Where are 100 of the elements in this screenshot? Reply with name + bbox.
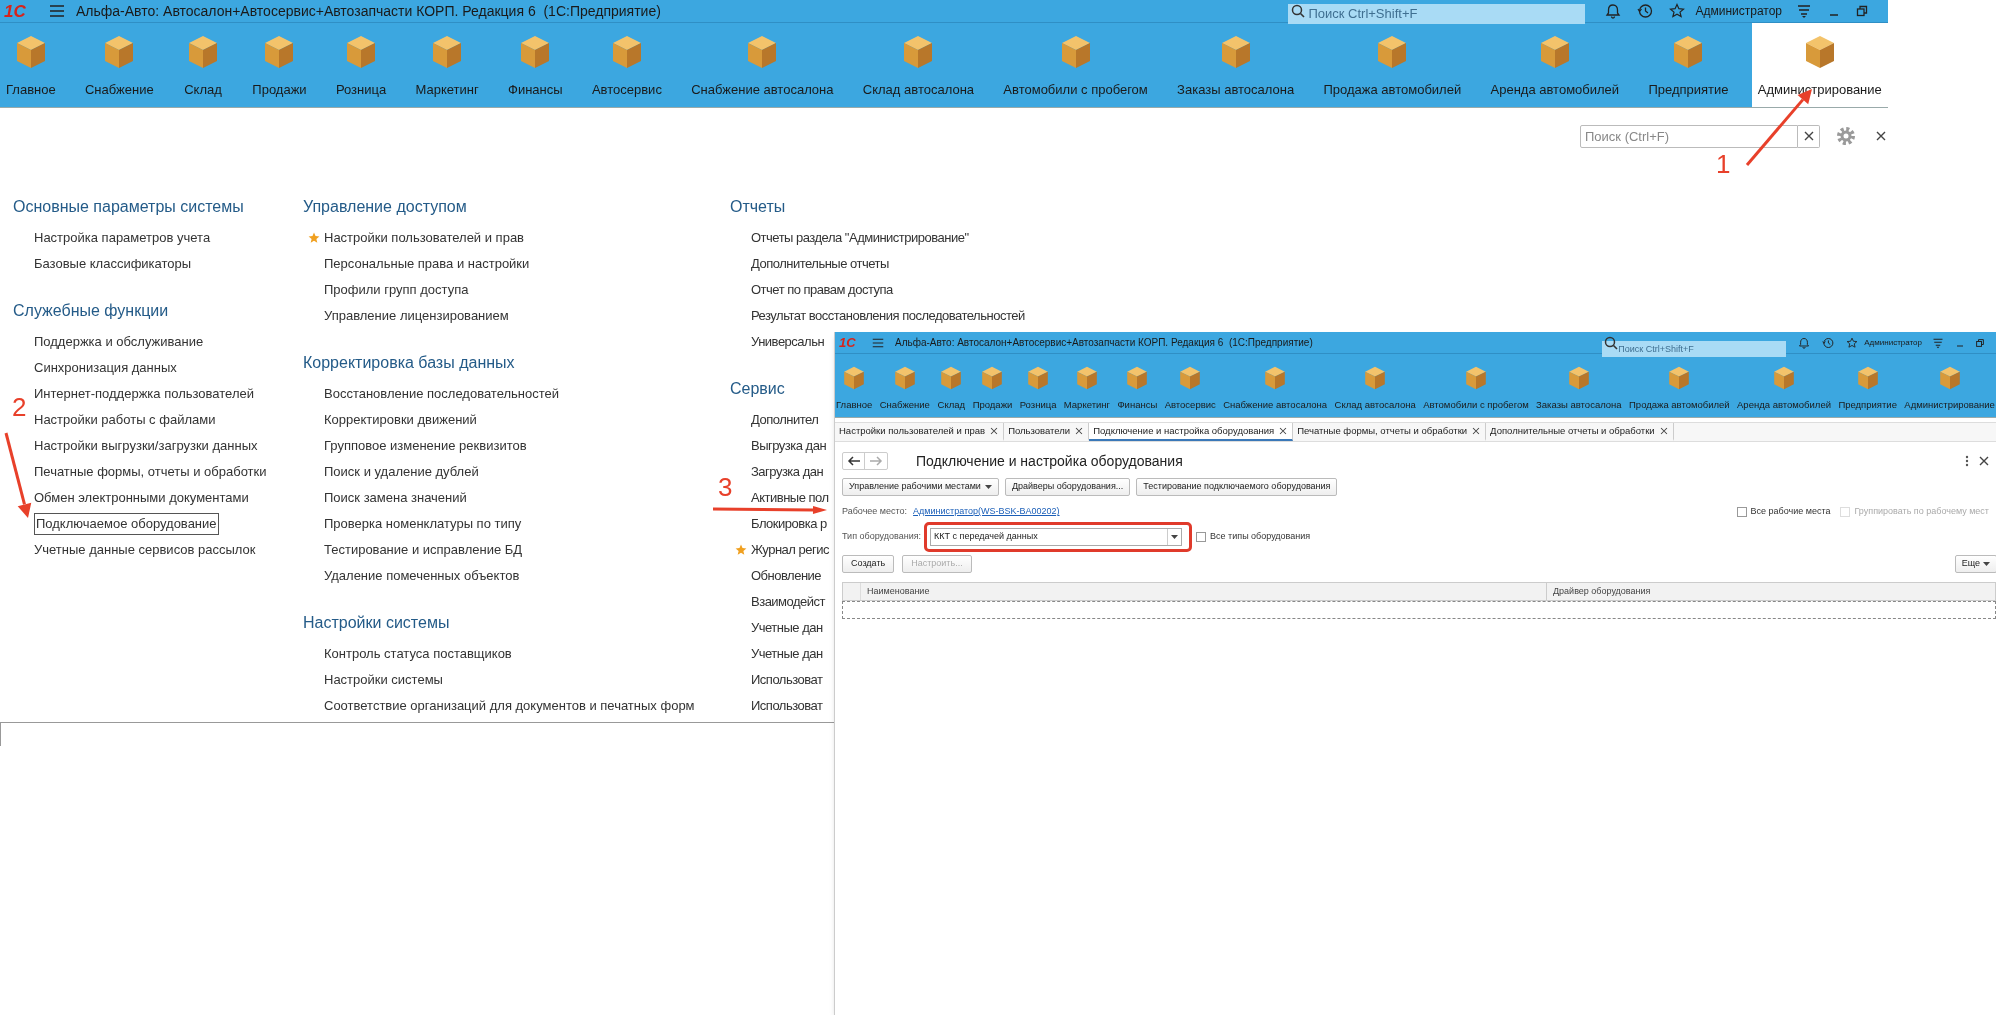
search-field[interactable]: Поиск Ctrl+Shift+F	[1288, 3, 1586, 24]
menu-link[interactable]: Базовые классификаторы	[34, 254, 192, 274]
menu-link[interactable]: Блокировка р	[751, 514, 827, 534]
section-tab[interactable]: Продажа автомобилей	[1317, 23, 1468, 107]
menu-link[interactable]: Настройки пользователей и прав	[324, 228, 525, 248]
lines-icon[interactable]	[1796, 3, 1812, 19]
menu-link[interactable]: Удаление помеченных объектов	[324, 566, 520, 586]
menu-link[interactable]: Обновление	[751, 566, 822, 586]
section-tab[interactable]: Администрирование	[1903, 354, 1996, 417]
section-tab[interactable]: Заказы автосалона	[1171, 23, 1301, 107]
section-tab[interactable]: Розница	[1018, 354, 1058, 417]
checkbox[interactable]: Все рабочие места	[1736, 505, 1831, 519]
close-icon[interactable]	[1979, 456, 1989, 466]
menu-link[interactable]: Печатные формы, отчеты и обработки	[34, 462, 267, 482]
menu-link[interactable]: Проверка номенклатуры по типу	[324, 514, 522, 534]
section-tab[interactable]: Аренда автомобилей	[1736, 354, 1832, 417]
menu-link[interactable]: Групповое изменение реквизитов	[324, 436, 527, 456]
close-icon[interactable]	[1876, 131, 1886, 141]
menu-link[interactable]: Дополнительные отчеты	[751, 254, 889, 274]
section-tab[interactable]: Заказы автосалона	[1535, 354, 1623, 417]
menu-link[interactable]: Настройки выгрузки/загрузки данных	[34, 436, 258, 456]
section-tab[interactable]: Предприятие	[1642, 23, 1735, 107]
section-tab[interactable]: Маркетинг	[409, 23, 485, 107]
menu-link[interactable]: Журнал регис	[751, 540, 829, 560]
menu-link[interactable]: Взаимодейст	[751, 592, 826, 612]
section-tab[interactable]: Финансы	[1116, 354, 1159, 417]
section-tab[interactable]: Склад автосалона	[1333, 354, 1417, 417]
user-name[interactable]: Администратор	[1864, 336, 1922, 349]
history-icon[interactable]	[1637, 3, 1654, 19]
tab[interactable]: Печатные формы, отчеты и обработки	[1293, 423, 1487, 441]
section-tab[interactable]: Главное	[835, 354, 874, 417]
more-icon[interactable]	[1965, 455, 1969, 467]
menu-link[interactable]: Тестирование и исправление БД	[324, 540, 523, 560]
toolbar-button[interactable]: Драйверы оборудования...	[1004, 478, 1131, 496]
menu-link[interactable]: Синхронизация данных	[34, 358, 177, 378]
section-tab[interactable]: Склад	[177, 23, 229, 107]
tab[interactable]: Дополнительные отчеты и обработки	[1486, 423, 1674, 441]
section-tab[interactable]: Главное	[0, 23, 62, 107]
menu-link[interactable]: Восстановление последовательностей	[324, 384, 560, 404]
search-field[interactable]: Поиск Ctrl+Shift+F	[1602, 340, 1787, 357]
section-tab[interactable]: Финансы	[502, 23, 569, 107]
section-tab[interactable]: Снабжение автосалона	[1222, 354, 1329, 417]
star-icon[interactable]	[1669, 3, 1686, 19]
menu-link[interactable]: Учетные данные сервисов рассылок	[34, 540, 256, 560]
workplace-link[interactable]: Администратор(WS-BSK-BA00202)	[913, 505, 1060, 519]
settings-icon[interactable]	[1834, 124, 1858, 148]
menu-link[interactable]: Управление лицензированием	[324, 306, 509, 326]
menu-link[interactable]: Настройки работы с файлами	[34, 410, 216, 430]
section-tab[interactable]: Автосервис	[585, 23, 668, 107]
section-tab[interactable]: Маркетинг	[1062, 354, 1111, 417]
bell-icon[interactable]	[1605, 3, 1622, 19]
menu-link[interactable]: Результат восстановления последовательностей	[751, 306, 1025, 326]
section-tab[interactable]: Снабжение	[79, 23, 160, 107]
section-tab[interactable]: Продажа автомобилей	[1628, 354, 1731, 417]
menu-link[interactable]: Выгрузка дан	[751, 436, 827, 456]
menu-link[interactable]: Контроль статуса поставщиков	[324, 644, 512, 664]
menu-link[interactable]: Учетные дан	[751, 618, 823, 638]
menu-link[interactable]: Поддержка и обслуживание	[34, 332, 204, 352]
menu-link[interactable]: Подключаемое оборудование	[34, 513, 219, 535]
menu-link[interactable]: Дополнител	[751, 410, 819, 430]
menu-icon[interactable]	[48, 3, 66, 19]
action-button[interactable]: Создать	[842, 555, 895, 573]
search-field[interactable]: Поиск (Ctrl+F)	[1580, 124, 1798, 148]
clear-button[interactable]	[1798, 124, 1820, 148]
menu-link[interactable]: Отчеты раздела "Администрирование"	[751, 228, 969, 248]
menu-link[interactable]: Интернет-поддержка пользователей	[34, 384, 254, 404]
menu-link[interactable]: Обмен электронными документами	[34, 488, 249, 508]
section-tab[interactable]: Предприятие	[1837, 354, 1898, 417]
dropdown-field[interactable]: ККТ с передачей данных	[930, 528, 1183, 546]
menu-link[interactable]: Профили групп доступа	[324, 280, 469, 300]
menu-link[interactable]: Использоват	[751, 696, 823, 716]
tab[interactable]: Подключение и настройка оборудования	[1089, 423, 1294, 441]
restore-icon[interactable]	[1856, 5, 1868, 17]
section-tab[interactable]: Администрирование	[1751, 23, 1888, 107]
more-button[interactable]: Еще	[1954, 555, 1996, 573]
user-name[interactable]: Администратор	[1695, 2, 1782, 20]
menu-link[interactable]: Соответствие организаций для документов и печатных форм	[324, 696, 695, 716]
section-tab[interactable]: Продажи	[971, 354, 1014, 417]
menu-link[interactable]: Отчет по правам доступа	[751, 280, 893, 300]
menu-link[interactable]: Персональные права и настройки	[324, 254, 530, 274]
toolbar-button[interactable]: Управление рабочими местами	[842, 478, 999, 496]
menu-link[interactable]: Настройка параметров учета	[34, 228, 211, 248]
menu-link[interactable]: Поиск замена значений	[324, 488, 467, 508]
section-tab[interactable]: Продажи	[246, 23, 313, 107]
section-tab[interactable]: Склад автосалона	[856, 23, 981, 107]
section-tab[interactable]: Автосервис	[1163, 354, 1217, 417]
tab[interactable]: Настройки пользователей и прав	[835, 423, 1005, 441]
toolbar-button[interactable]: Тестирование подключаемого оборудования	[1136, 478, 1338, 496]
menu-link[interactable]: Настройки системы	[324, 670, 443, 690]
section-tab[interactable]: Снабжение	[878, 354, 931, 417]
menu-link[interactable]: Активные пол	[751, 488, 829, 508]
section-tab[interactable]: Автомобили с пробегом	[1422, 354, 1530, 417]
menu-link[interactable]: Учетные дан	[751, 644, 823, 664]
section-tab[interactable]: Склад	[936, 354, 967, 417]
menu-link[interactable]: Корректировки движений	[324, 410, 477, 430]
menu-link[interactable]: Поиск и удаление дублей	[324, 462, 479, 482]
section-tab[interactable]: Автомобили с пробегом	[997, 23, 1154, 107]
checkbox[interactable]: Все типы оборудования	[1196, 530, 1311, 544]
menu-link[interactable]: Универсальн	[751, 332, 825, 352]
menu-link[interactable]: Использоват	[751, 670, 823, 690]
